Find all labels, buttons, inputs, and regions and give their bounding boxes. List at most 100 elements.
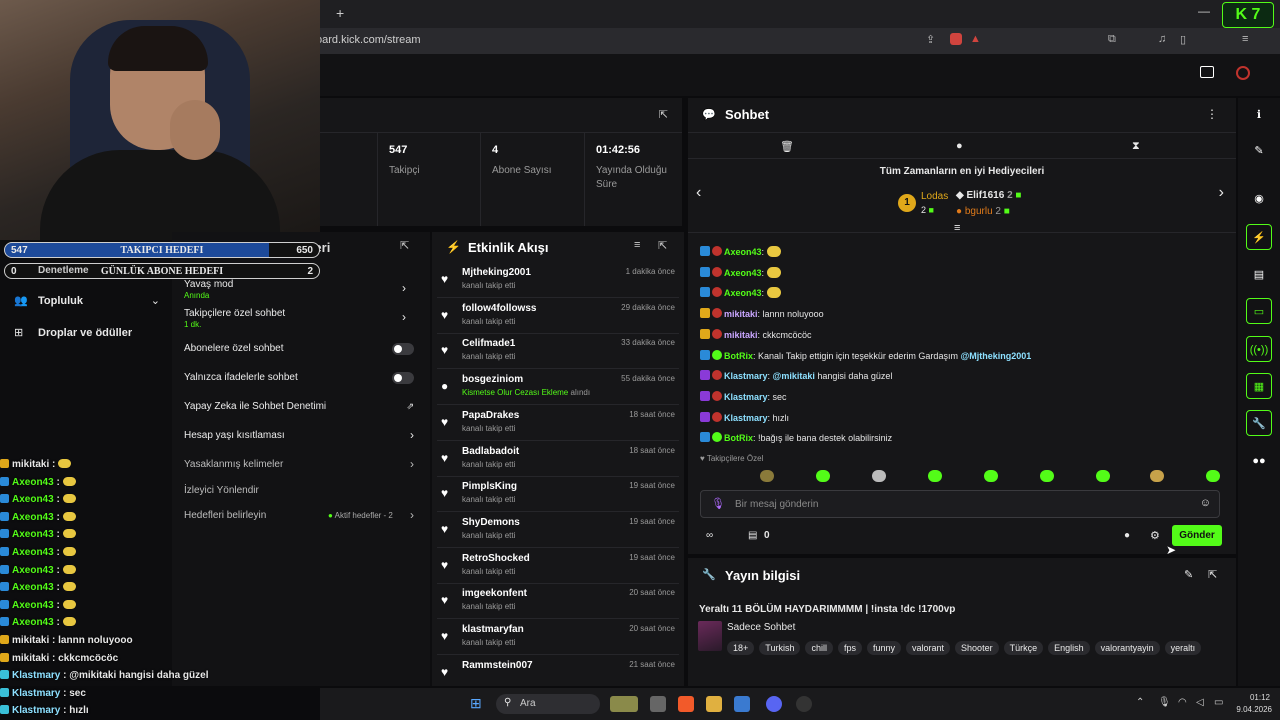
emote[interactable]: [760, 470, 774, 482]
setting-ai-moderation[interactable]: Yapay Zeka ile Sohbet Denetimi ⇗: [184, 401, 420, 415]
stream-tag[interactable]: English: [1048, 641, 1090, 655]
windows-start-icon[interactable]: ⊞: [470, 695, 482, 712]
edit-icon[interactable]: ✎: [1184, 568, 1193, 581]
wrench-icon[interactable]: 🔧: [1246, 410, 1272, 436]
nav-moderation[interactable]: Denetleme: [38, 265, 89, 276]
nav-community[interactable]: 👥 Topluluk ⌄: [14, 294, 160, 310]
activity-item[interactable]: ♥ PapaDrakes kanalı takip etti 18 saat önce: [437, 406, 679, 441]
activity-item[interactable]: ♥ Mjtheking2001 kanalı takip etti 1 dakika …: [437, 263, 679, 298]
volume-icon[interactable]: ◁: [1196, 697, 1204, 708]
hourglass-icon[interactable]: ⧗: [1132, 140, 1140, 153]
document-icon[interactable]: ▤: [1246, 262, 1272, 288]
chat-username[interactable]: Klastmary: [724, 371, 768, 381]
chat-tab-icon[interactable]: ●: [956, 140, 963, 152]
camera-icon[interactable]: ◉: [1246, 186, 1272, 212]
stream-tag[interactable]: Turkish: [759, 641, 801, 655]
activity-item[interactable]: ♥ PimplsKing kanalı takip etti 19 saat önce: [437, 477, 679, 513]
chat-mention[interactable]: @Mjtheking2001: [960, 351, 1031, 361]
tray-chevron-icon[interactable]: ⌃: [1136, 697, 1144, 708]
chevron-left-icon[interactable]: ‹: [696, 184, 701, 202]
chat-input-box[interactable]: 🎙 Bir mesaj gönderin ☺: [700, 490, 1220, 518]
clock-date[interactable]: 9.04.2026: [1228, 705, 1272, 714]
chat-message[interactable]: Klastmary: hızlı: [700, 411, 789, 423]
chat-message[interactable]: BotRix: !bağış ile bana destek olabilirs…: [700, 432, 892, 443]
extensions-icon[interactable]: ⧉: [1108, 33, 1116, 46]
trash-icon[interactable]: 🗑: [780, 140, 794, 153]
stream-tag[interactable]: valorant: [906, 641, 951, 655]
url-text[interactable]: oard.kick.com/stream: [316, 34, 421, 46]
setting-emote-only[interactable]: Yalnızca ifadelerle sohbet: [184, 372, 420, 386]
taskbar-search[interactable]: ⚲ Ara: [496, 694, 600, 714]
lightning-icon[interactable]: ⚡: [1246, 224, 1272, 250]
setting-slow-mode[interactable]: Yavaş mod Anında ›: [184, 279, 420, 305]
more-options-icon[interactable]: ⋮: [1206, 107, 1218, 121]
minimize-button[interactable]: —: [1198, 4, 1210, 18]
chat-mention[interactable]: @mikitaki: [773, 371, 815, 381]
stream-tag[interactable]: 18+: [727, 641, 755, 655]
chat-message[interactable]: BotRix: Kanalı Takip ettigin için teşekk…: [700, 349, 1031, 361]
emote-only-toggle[interactable]: [392, 372, 414, 384]
setting-subs-only[interactable]: Abonelere özel sohbet: [184, 343, 420, 357]
filter-icon[interactable]: ≡: [634, 239, 640, 251]
chat-message[interactable]: mikitaki: ckkcmcöcöc: [700, 328, 812, 340]
studio-icon[interactable]: [1200, 66, 1214, 78]
setting-raid[interactable]: İzleyici Yönlendir: [184, 485, 420, 499]
chat-message[interactable]: Axeon43:: [700, 266, 781, 278]
stream-tag[interactable]: Türkçe: [1003, 641, 1044, 655]
points-icon[interactable]: ∞: [706, 530, 713, 541]
chat-message[interactable]: Klastmary: sec: [700, 390, 787, 402]
chat-username[interactable]: BotRix: [724, 433, 753, 443]
broadcast-icon[interactable]: ((•)): [1246, 336, 1272, 362]
chat-message[interactable]: Axeon43:: [700, 246, 781, 257]
setting-account-age[interactable]: Hesap yaşı kısıtlaması ›: [184, 428, 420, 444]
activity-item[interactable]: ● bosgeziniom Kismetse Olur Cezası Ekleme …: [437, 370, 679, 406]
brave-icon[interactable]: [678, 696, 694, 712]
activity-item[interactable]: ♥ follow4followss kanalı takip etti 29 daki…: [437, 299, 679, 334]
chat-username[interactable]: Axeon43: [724, 268, 762, 278]
battery-icon[interactable]: ▭: [1214, 697, 1223, 708]
send-button[interactable]: Gönder: [1172, 525, 1222, 546]
expand-icon[interactable]: ⇱: [659, 108, 668, 121]
setting-banned-words[interactable]: Yasaklanmış kelimeler ›: [184, 457, 420, 473]
subs-only-toggle[interactable]: [392, 343, 414, 355]
info-icon[interactable]: ℹ: [1246, 102, 1272, 128]
chat-username[interactable]: mikitaki: [724, 309, 758, 319]
chat-message[interactable]: Klastmary: @mikitaki hangisi daha güzel: [700, 370, 892, 381]
layout-icon[interactable]: ▦: [1246, 373, 1272, 399]
emote[interactable]: [1040, 470, 1054, 482]
new-tab-button[interactable]: +: [336, 5, 344, 21]
activity-item[interactable]: ♥ klastmaryfan kanalı takip etti 20 saat ön…: [437, 620, 679, 655]
stream-category[interactable]: Sadece Sohbet: [727, 622, 795, 633]
mail-icon[interactable]: [734, 696, 750, 712]
activity-item[interactable]: ♥ RetroShocked kanalı takip etti 19 saat ön…: [437, 549, 679, 584]
game-icon[interactable]: [610, 696, 638, 712]
menu-icon[interactable]: ≡: [1242, 33, 1248, 45]
activity-item[interactable]: ♥ Badlabadoit kanalı takip etti 18 saat önc…: [437, 442, 679, 477]
chat-icon[interactable]: ▭: [1246, 298, 1272, 324]
media-icon[interactable]: ♫: [1158, 33, 1166, 45]
gear-icon[interactable]: ⚙: [1150, 529, 1160, 542]
pen-icon[interactable]: ✎: [1246, 138, 1272, 164]
avatar[interactable]: [1236, 66, 1250, 80]
stream-tag[interactable]: Shooter: [955, 641, 999, 655]
obs-icon[interactable]: [796, 696, 812, 712]
category-thumbnail[interactable]: [698, 621, 722, 651]
popout-icon[interactable]: ⇱: [658, 239, 667, 252]
community-icon[interactable]: ●●: [1246, 448, 1272, 474]
chat-username[interactable]: BotRix: [724, 351, 753, 361]
chat-username[interactable]: Axeon43: [724, 247, 762, 257]
mic-tray-icon[interactable]: 🎙: [1158, 697, 1171, 708]
nav-drops[interactable]: ⊞ Droplar ve ödüller: [14, 326, 160, 342]
share-icon[interactable]: ⇪: [926, 33, 935, 46]
chat-bubble-icon[interactable]: ●: [1124, 530, 1130, 541]
brave-shield-icon[interactable]: [950, 33, 962, 45]
clock-time[interactable]: 01:12: [1232, 693, 1270, 702]
folder-icon[interactable]: [706, 696, 722, 712]
chat-username[interactable]: Klastmary: [724, 413, 768, 423]
emoji-icon[interactable]: ☺: [1200, 497, 1211, 509]
activity-item[interactable]: ♥ Celifmade1 kanalı takip etti 33 dakika ön…: [437, 334, 679, 370]
discord-icon[interactable]: [766, 696, 782, 712]
setting-followers-only[interactable]: Takipçilere özel sohbet 1 dk. ›: [184, 308, 420, 334]
stream-tag[interactable]: funny: [866, 641, 902, 655]
activity-item[interactable]: ♥ Rammstein007 21 saat önce: [437, 656, 679, 691]
